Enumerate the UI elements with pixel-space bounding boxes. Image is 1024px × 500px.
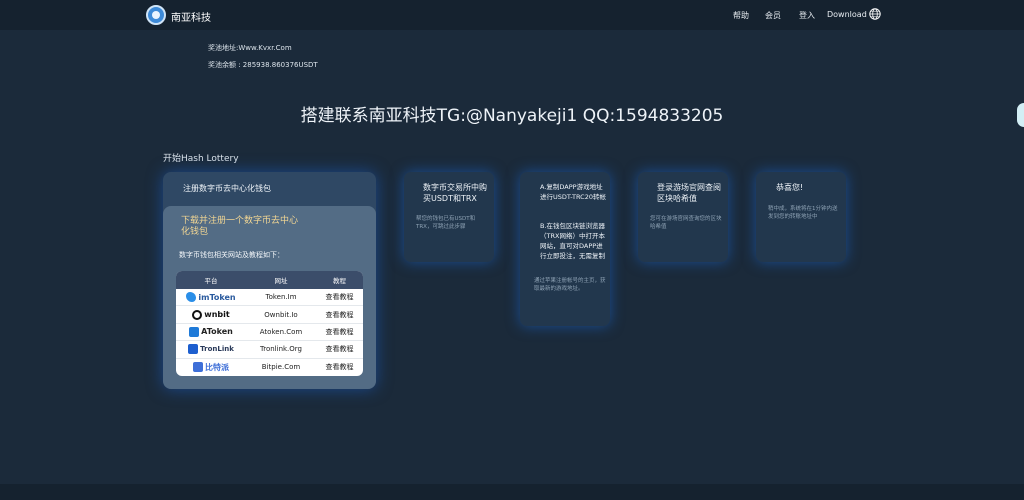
platform-url[interactable]: Bitpie.Com (246, 363, 316, 371)
tutorial-link[interactable]: 查看教程 (316, 344, 363, 354)
award-address: 奖池地址:Www.Kvxr.Com (208, 44, 292, 52)
tutorial-link[interactable]: 查看教程 (316, 292, 363, 302)
globe-icon[interactable] (869, 8, 881, 20)
platform-name: AToken (201, 327, 233, 337)
step5-desc: 稍中成，系统将在1分钟内送发到您的转账地址中 (768, 206, 838, 220)
platform-ownbit[interactable]: wnbit (176, 309, 246, 320)
wallet-info-subtitle: 数字币钱包相关网站及教程如下： (179, 251, 284, 259)
award-balance: 奖池余额 : 285938.860376USDT (208, 61, 318, 69)
tronlink-icon (188, 344, 199, 355)
header-platform: 平台 (204, 277, 218, 285)
platform-tronlink[interactable]: TronLink (176, 344, 246, 355)
step2-title: 数字币交易所中购买USDT和TRX (423, 183, 487, 203)
platform-name: TronLink (200, 345, 234, 354)
bitpie-icon (193, 362, 203, 373)
nav-login[interactable]: 登入 (799, 10, 815, 21)
tutorial-link[interactable]: 查看教程 (316, 327, 363, 337)
footer-bar (0, 484, 1024, 500)
nav-member[interactable]: 会员 (765, 10, 781, 21)
step3-title-b: B.在钱包区块链浏览器（TRX网络）中打开本网站，直可对DAPP进行立即投注，无… (540, 222, 606, 260)
page-headline: 搭建联系南亚科技TG:@Nanyakeji1 QQ:1594833205 (300, 106, 724, 126)
side-float-button[interactable] (1017, 103, 1024, 127)
section-title: 开始Hash Lottery (163, 154, 239, 164)
step3-title-a: A.复制DAPP游戏地址进行USDT-TRC20转帐 (540, 183, 606, 201)
tutorial-link[interactable]: 查看教程 (316, 362, 363, 372)
platform-url[interactable]: Token.Im (246, 293, 316, 301)
ownbit-icon (192, 309, 203, 320)
top-navbar: 南亚科技 帮助 会员 登入 Download (0, 0, 1024, 30)
step5-title: 恭喜您! (776, 183, 804, 192)
platform-imtoken[interactable]: imToken (176, 292, 246, 303)
brand-name[interactable]: 南亚科技 (171, 9, 211, 24)
table-header: 平台 网址 教程 (176, 271, 363, 289)
table-row: TronLink Tronlink.Org 查看教程 (176, 341, 363, 359)
step2-desc: 帮您的钱包已有USDT和TRX，可跳过此步骤 (416, 216, 476, 230)
nav-help[interactable]: 帮助 (733, 10, 749, 21)
table-row: imToken Token.Im 查看教程 (176, 289, 363, 307)
wallet-table: 平台 网址 教程 imToken Token.Im 查看教程 wnbit Own… (176, 271, 363, 376)
platform-atoken[interactable]: AToken (176, 326, 246, 337)
step3-desc: 通过苹果注册帐号的主页，获取最新的游戏地址。 (534, 278, 606, 292)
platform-name: 比特派 (205, 362, 229, 372)
nav-download[interactable]: Download (827, 10, 867, 19)
platform-url[interactable]: Tronlink.Org (246, 345, 316, 353)
table-row: AToken Atoken.Com 查看教程 (176, 324, 363, 342)
table-row: 比特派 Bitpie.Com 查看教程 (176, 359, 363, 376)
header-url: 网址 (274, 277, 288, 285)
table-row: wnbit Ownbit.Io 查看教程 (176, 306, 363, 324)
step1-title: 注册数字币去中心化钱包 (183, 184, 271, 193)
header-tutorial: 教程 (333, 277, 346, 285)
platform-url[interactable]: Ownbit.Io (246, 311, 316, 319)
tutorial-link[interactable]: 查看教程 (316, 310, 363, 320)
platform-name: imToken (198, 292, 236, 302)
wallet-info-title: 下载并注册一个数字币去中心化钱包 (181, 216, 299, 237)
step4-title: 登录游场官网查阅区块哈希值 (657, 183, 721, 203)
platform-bitpie[interactable]: 比特派 (176, 362, 246, 373)
step4-desc: 您可在游场官网查询您的区块哈希值 (650, 216, 722, 230)
imtoken-icon (186, 292, 197, 303)
atoken-icon (189, 326, 200, 337)
platform-url[interactable]: Atoken.Com (246, 328, 316, 336)
brand-logo-icon[interactable] (146, 5, 166, 25)
platform-name: wnbit (204, 310, 230, 320)
